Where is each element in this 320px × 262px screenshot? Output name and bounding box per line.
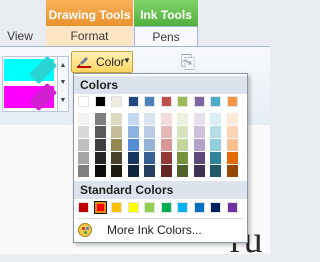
theme-color-swatch[interactable] bbox=[127, 96, 139, 107]
theme-color-swatch[interactable] bbox=[111, 96, 122, 107]
theme-shade-swatch[interactable] bbox=[94, 152, 106, 164]
standard-color-swatch[interactable] bbox=[111, 202, 122, 213]
theme-shade-swatch[interactable] bbox=[144, 113, 155, 125]
palette-icon bbox=[78, 223, 92, 237]
theme-shade-swatch[interactable] bbox=[127, 165, 139, 177]
standard-color-swatch[interactable] bbox=[127, 202, 139, 213]
tab-pens[interactable]: Pens bbox=[134, 26, 198, 47]
scroll-down-icon[interactable]: ▼ bbox=[58, 74, 68, 91]
pen-tip-icon bbox=[28, 55, 58, 85]
theme-shade-swatch[interactable] bbox=[226, 139, 238, 151]
theme-shade-swatch[interactable] bbox=[144, 139, 155, 151]
theme-shade-swatch[interactable] bbox=[127, 126, 139, 138]
theme-shade-swatch[interactable] bbox=[78, 139, 89, 151]
theme-shade-swatch[interactable] bbox=[226, 113, 238, 125]
theme-shade-swatch[interactable] bbox=[193, 139, 205, 151]
theme-shade-swatch[interactable] bbox=[111, 126, 122, 138]
theme-color-swatch[interactable] bbox=[160, 96, 172, 107]
theme-shade-swatch[interactable] bbox=[210, 139, 221, 151]
pen-swatch-magenta[interactable] bbox=[4, 82, 58, 112]
theme-shade-swatch[interactable] bbox=[78, 165, 89, 177]
scroll-up-icon[interactable]: ▲ bbox=[58, 57, 68, 74]
standard-color-swatch[interactable] bbox=[93, 201, 107, 214]
theme-color-swatch[interactable] bbox=[193, 96, 205, 107]
theme-shade-swatch[interactable] bbox=[193, 165, 205, 177]
theme-shade-swatch[interactable] bbox=[177, 113, 188, 125]
theme-shade-swatch[interactable] bbox=[94, 126, 106, 138]
pen-color-icon bbox=[77, 57, 91, 68]
color-button[interactable]: Color ▼ bbox=[71, 51, 133, 73]
theme-shade-swatch[interactable] bbox=[226, 165, 238, 177]
pen-style-gallery[interactable] bbox=[2, 55, 58, 112]
theme-shade-swatch[interactable] bbox=[193, 113, 205, 125]
ink-tools-context-tab: Ink Tools bbox=[134, 0, 198, 28]
theme-shade-swatch[interactable] bbox=[160, 152, 172, 164]
theme-shade-swatch[interactable] bbox=[177, 152, 188, 164]
gallery-scrollbar[interactable]: ▲ ▼ ▼ bbox=[57, 56, 69, 112]
theme-shade-swatch[interactable] bbox=[78, 152, 89, 164]
theme-shade-swatch[interactable] bbox=[144, 126, 155, 138]
theme-shade-swatch[interactable] bbox=[111, 139, 122, 151]
pen-swatch-cyan[interactable] bbox=[4, 55, 58, 85]
theme-shade-swatch[interactable] bbox=[160, 113, 172, 125]
theme-shade-swatch[interactable] bbox=[111, 152, 122, 164]
theme-shade-swatch[interactable] bbox=[94, 165, 106, 177]
theme-colors-header: Colors bbox=[74, 76, 247, 94]
theme-shade-swatch[interactable] bbox=[160, 126, 172, 138]
theme-shade-swatch[interactable] bbox=[177, 126, 188, 138]
theme-shade-swatch[interactable] bbox=[94, 139, 106, 151]
theme-shade-swatch[interactable] bbox=[177, 139, 188, 151]
theme-shade-swatch[interactable] bbox=[160, 139, 172, 151]
theme-shade-swatch[interactable] bbox=[193, 126, 205, 138]
theme-shade-swatch[interactable] bbox=[193, 152, 205, 164]
standard-color-swatch[interactable] bbox=[160, 202, 172, 213]
theme-shade-swatch[interactable] bbox=[210, 165, 221, 177]
theme-shade-swatch[interactable] bbox=[177, 165, 188, 177]
theme-shade-swatch[interactable] bbox=[144, 165, 155, 177]
standard-color-swatch[interactable] bbox=[226, 202, 238, 213]
standard-color-swatch[interactable] bbox=[177, 202, 188, 213]
drawing-tools-context-tab: Drawing Tools bbox=[46, 0, 133, 28]
color-dropdown: Colors Standard Colors More Ink Colors..… bbox=[73, 73, 248, 243]
tab-view[interactable]: View bbox=[0, 26, 40, 46]
theme-shade-swatch[interactable] bbox=[210, 152, 221, 164]
theme-shade-swatch[interactable] bbox=[111, 165, 122, 177]
theme-color-swatch[interactable] bbox=[94, 96, 106, 107]
theme-shade-swatch[interactable] bbox=[111, 113, 122, 125]
chevron-down-icon: ▼ bbox=[123, 56, 131, 65]
theme-shade-swatch[interactable] bbox=[127, 152, 139, 164]
theme-shade-swatch[interactable] bbox=[127, 113, 139, 125]
more-ink-colors-item[interactable]: More Ink Colors... bbox=[74, 219, 247, 241]
theme-shade-swatch[interactable] bbox=[127, 139, 139, 151]
theme-shade-swatch[interactable] bbox=[210, 113, 221, 125]
theme-shade-swatch[interactable] bbox=[226, 152, 238, 164]
color-button-label: Color bbox=[96, 55, 125, 69]
standard-colors-header: Standard Colors bbox=[74, 181, 247, 199]
theme-shade-swatch[interactable] bbox=[226, 126, 238, 138]
theme-shade-swatch[interactable] bbox=[144, 152, 155, 164]
theme-shade-swatch[interactable] bbox=[78, 113, 89, 125]
theme-color-swatch[interactable] bbox=[177, 96, 188, 107]
pen-tip-icon bbox=[28, 82, 58, 112]
tab-format[interactable]: Format bbox=[46, 26, 133, 46]
standard-color-swatch[interactable] bbox=[78, 202, 89, 213]
gallery-more-icon[interactable]: ▼ bbox=[58, 92, 68, 109]
theme-color-swatch[interactable] bbox=[226, 96, 238, 107]
standard-color-swatch[interactable] bbox=[144, 202, 155, 213]
theme-shade-swatch[interactable] bbox=[94, 113, 106, 125]
more-ink-colors-label: More Ink Colors... bbox=[107, 223, 202, 237]
theme-shade-swatch[interactable] bbox=[78, 126, 89, 138]
theme-color-swatch[interactable] bbox=[78, 96, 89, 107]
theme-color-swatch[interactable] bbox=[210, 96, 221, 107]
theme-shade-swatch[interactable] bbox=[160, 165, 172, 177]
theme-shade-swatch[interactable] bbox=[210, 126, 221, 138]
theme-color-swatch[interactable] bbox=[144, 96, 155, 107]
standard-color-swatch[interactable] bbox=[210, 202, 221, 213]
standard-color-swatch[interactable] bbox=[193, 202, 205, 213]
